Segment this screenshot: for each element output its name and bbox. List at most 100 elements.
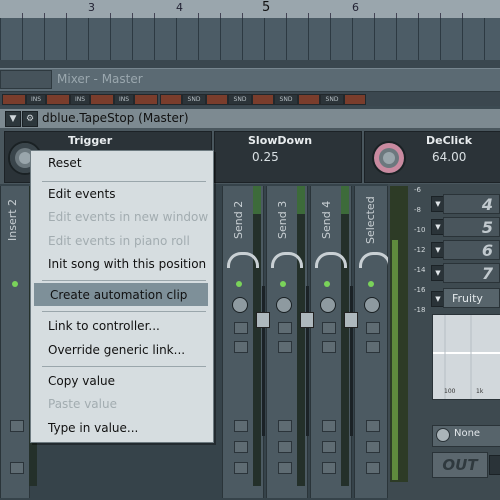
fader-track [306, 286, 309, 436]
menu-separator [42, 366, 206, 367]
slot-label: INS [70, 94, 90, 105]
strip-meter [253, 186, 261, 486]
strip-disk-button[interactable] [366, 420, 380, 432]
menu-item-edit-events-piano-roll[interactable]: Edit events in piano roll [48, 234, 190, 248]
strip-disk-button[interactable] [278, 420, 292, 432]
strip-reverse-button[interactable] [366, 341, 380, 353]
slot-indicator[interactable] [344, 94, 366, 105]
strip-record-button[interactable] [322, 441, 336, 453]
menu-item-paste-value[interactable]: Paste value [48, 397, 117, 411]
pan-knob[interactable] [364, 297, 380, 313]
meter-scale-label: -12 [414, 246, 426, 254]
strip-active-led[interactable] [280, 281, 286, 287]
strip-reverse-button[interactable] [278, 341, 292, 353]
strip-swap-button[interactable] [322, 322, 336, 334]
slot-indicator[interactable] [160, 94, 182, 105]
strip-save-button[interactable] [366, 462, 380, 474]
strip-swap-button[interactable] [234, 322, 248, 334]
meter-scale-label: -14 [414, 266, 426, 274]
eq-graph[interactable] [432, 314, 500, 400]
slot-indicator[interactable] [46, 94, 70, 105]
fader-track [262, 286, 265, 436]
strip-label: Selected [364, 196, 377, 244]
ruler-mark: 4 [176, 1, 183, 14]
menu-item-copy-value[interactable]: Copy value [48, 374, 115, 388]
timeline-ruler[interactable]: 3 4 5 6 [0, 0, 500, 19]
menu-separator [42, 311, 206, 312]
mixer-title-box [0, 70, 52, 89]
pan-knob[interactable] [276, 297, 292, 313]
slot-label: SND [320, 94, 344, 105]
menu-item-edit-events[interactable]: Edit events [48, 187, 115, 201]
strip-swap-button[interactable] [366, 322, 380, 334]
menu-item-type-in-value[interactable]: Type in value... [48, 421, 138, 435]
menu-item-override-generic-link[interactable]: Override generic link... [48, 343, 185, 357]
volume-fader[interactable] [300, 312, 314, 328]
slot-indicator[interactable] [134, 94, 158, 105]
plugin-menu-button[interactable]: ▼ [5, 111, 21, 127]
playlist-scroll-area[interactable] [0, 60, 500, 68]
menu-item-init-song[interactable]: Init song with this position [48, 257, 206, 271]
ruler-mark: 6 [352, 1, 359, 14]
slot-label: INS [26, 94, 46, 105]
menu-separator [42, 280, 206, 281]
slot-indicator[interactable] [298, 94, 320, 105]
pan-knob[interactable] [320, 297, 336, 313]
eq-freq-label: 100 [444, 388, 456, 395]
strip-label: Insert 2 [6, 198, 19, 242]
plugin-settings-button[interactable]: ⚙ [22, 111, 38, 127]
fx-slot-number[interactable]: 7 [443, 263, 500, 283]
strip-active-led[interactable] [236, 281, 242, 287]
menu-item-create-automation-clip[interactable]: Create automation clip [50, 288, 187, 302]
meter-scale-label: -18 [414, 306, 426, 314]
strip-active-led[interactable] [324, 281, 330, 287]
strip-disk-button[interactable] [10, 420, 24, 432]
slot-indicator[interactable] [252, 94, 274, 105]
strip-save-button[interactable] [322, 462, 336, 474]
slot-label: SND [182, 94, 206, 105]
fx-slot-number[interactable]: 5 [443, 217, 500, 237]
strip-active-led[interactable] [12, 281, 18, 287]
strip-save-button[interactable] [278, 462, 292, 474]
strip-save-button[interactable] [10, 462, 24, 474]
volume-fader[interactable] [256, 312, 270, 328]
meter-scale-label: -16 [414, 286, 426, 294]
slot-indicator[interactable] [206, 94, 228, 105]
route-icon [436, 428, 450, 442]
strip-swap-button[interactable] [278, 322, 292, 334]
playlist-grid[interactable] [0, 18, 500, 60]
strip-active-led[interactable] [368, 281, 374, 287]
master-vu-level [392, 240, 398, 480]
menu-item-reset[interactable]: Reset [48, 156, 82, 170]
fx-slot-number[interactable]: 6 [443, 240, 500, 260]
pan-knob[interactable] [232, 297, 248, 313]
menu-item-link-to-controller[interactable]: Link to controller... [48, 319, 160, 333]
menu-separator [42, 181, 206, 182]
menu-item-edit-events-new-window[interactable]: Edit events in new window [48, 210, 208, 224]
strip-disk-button[interactable] [322, 420, 336, 432]
meter-scale-label: -8 [414, 206, 421, 214]
strip-record-button[interactable] [278, 441, 292, 453]
ruler-mark: 3 [88, 1, 95, 14]
fx-slot-effect-name[interactable]: Fruity Lim [443, 288, 500, 325]
declick-knob[interactable] [372, 141, 406, 175]
eq-curve [433, 315, 500, 399]
strip-reverse-button[interactable] [322, 341, 336, 353]
slot-indicator[interactable] [2, 94, 26, 105]
strip-record-button[interactable] [366, 441, 380, 453]
output-label: OUT [432, 452, 488, 478]
strip-save-button[interactable] [234, 462, 248, 474]
plugin-title: dblue.TapeStop (Master) [42, 111, 189, 125]
param-label-declick: DeClick [426, 134, 473, 147]
output-button[interactable] [489, 455, 500, 475]
volume-fader[interactable] [344, 312, 358, 328]
slot-label: INS [114, 94, 134, 105]
strip-meter [297, 186, 305, 486]
slot-indicator[interactable] [90, 94, 114, 105]
fx-slot-number[interactable]: 4 [443, 194, 500, 214]
param-label-slowdown: SlowDown [248, 134, 313, 147]
strip-disk-button[interactable] [234, 420, 248, 432]
strip-label: Send 4 [320, 200, 333, 240]
strip-record-button[interactable] [234, 441, 248, 453]
strip-reverse-button[interactable] [234, 341, 248, 353]
